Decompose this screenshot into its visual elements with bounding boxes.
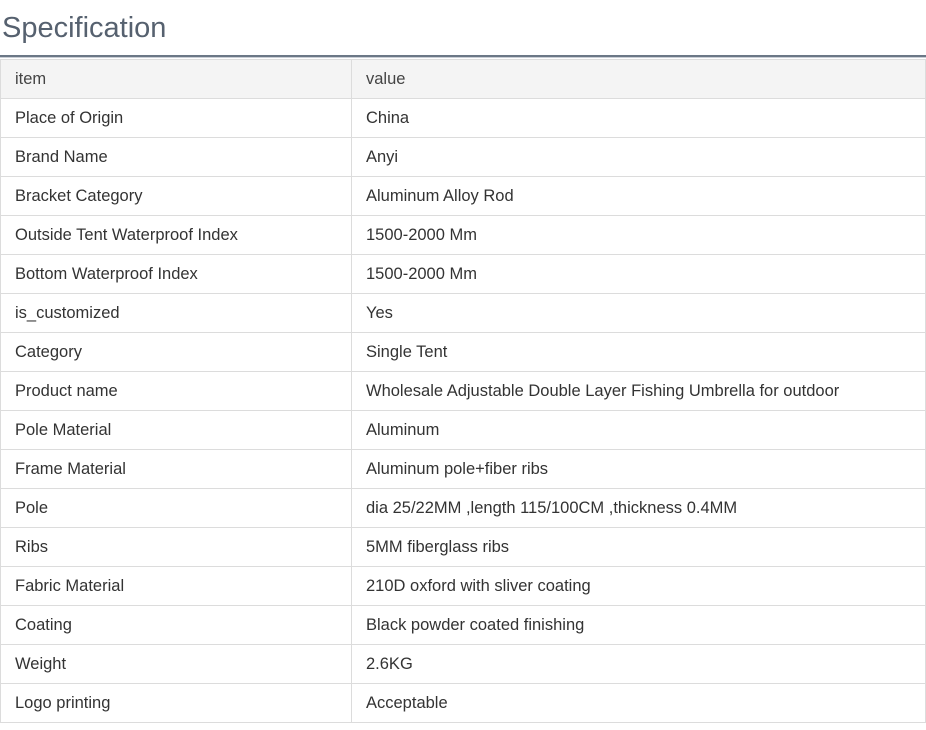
row-item: Coating — [0, 605, 352, 645]
row-value: Single Tent — [351, 332, 926, 372]
row-item: Pole — [0, 488, 352, 528]
table-row: Weight 2.6KG — [0, 644, 926, 684]
header-value: value — [351, 59, 926, 99]
row-value: China — [351, 98, 926, 138]
row-value: 5MM fiberglass ribs — [351, 527, 926, 567]
table-row: Place of Origin China — [0, 98, 926, 138]
table-row: Bottom Waterproof Index 1500-2000 Mm — [0, 254, 926, 294]
row-value: Black powder coated finishing — [351, 605, 926, 645]
row-value: 210D oxford with sliver coating — [351, 566, 926, 606]
row-item: Weight — [0, 644, 352, 684]
row-value: Aluminum — [351, 410, 926, 450]
row-item: Category — [0, 332, 352, 372]
row-item: Brand Name — [0, 137, 352, 177]
table-row: Ribs 5MM fiberglass ribs — [0, 527, 926, 567]
row-item: Bottom Waterproof Index — [0, 254, 352, 294]
specification-table: item value Place of Origin China Brand N… — [0, 59, 926, 723]
row-item: Bracket Category — [0, 176, 352, 216]
row-value: 2.6KG — [351, 644, 926, 684]
row-item: Fabric Material — [0, 566, 352, 606]
table-row: Fabric Material 210D oxford with sliver … — [0, 566, 926, 606]
row-item: Ribs — [0, 527, 352, 567]
page-title: Specification — [2, 12, 167, 44]
row-item: Outside Tent Waterproof Index — [0, 215, 352, 255]
table-row: Category Single Tent — [0, 332, 926, 372]
row-value: 1500-2000 Mm — [351, 254, 926, 294]
table-row: is_customized Yes — [0, 293, 926, 333]
table-row: Frame Material Aluminum pole+fiber ribs — [0, 449, 926, 489]
row-item: Pole Material — [0, 410, 352, 450]
row-value: Aluminum Alloy Rod — [351, 176, 926, 216]
row-item: is_customized — [0, 293, 352, 333]
title-divider-shadow — [0, 57, 926, 58]
header-item: item — [0, 59, 352, 99]
row-value: 1500-2000 Mm — [351, 215, 926, 255]
table-row: Logo printing Acceptable — [0, 683, 926, 723]
row-item: Logo printing — [0, 683, 352, 723]
row-item: Place of Origin — [0, 98, 352, 138]
row-value: dia 25/22MM ,length 115/100CM ,thickness… — [351, 488, 926, 528]
row-value: Yes — [351, 293, 926, 333]
row-item: Product name — [0, 371, 352, 411]
table-row: Brand Name Anyi — [0, 137, 926, 177]
table-row: Bracket Category Aluminum Alloy Rod — [0, 176, 926, 216]
row-value: Anyi — [351, 137, 926, 177]
table-row: Product name Wholesale Adjustable Double… — [0, 371, 926, 411]
row-item: Frame Material — [0, 449, 352, 489]
row-value: Aluminum pole+fiber ribs — [351, 449, 926, 489]
row-value: Acceptable — [351, 683, 926, 723]
table-row: Outside Tent Waterproof Index 1500-2000 … — [0, 215, 926, 255]
row-value: Wholesale Adjustable Double Layer Fishin… — [351, 371, 926, 411]
table-row: Pole Material Aluminum — [0, 410, 926, 450]
table-row: Pole dia 25/22MM ,length 115/100CM ,thic… — [0, 488, 926, 528]
table-row: Coating Black powder coated finishing — [0, 605, 926, 645]
table-header-row: item value — [0, 59, 926, 99]
